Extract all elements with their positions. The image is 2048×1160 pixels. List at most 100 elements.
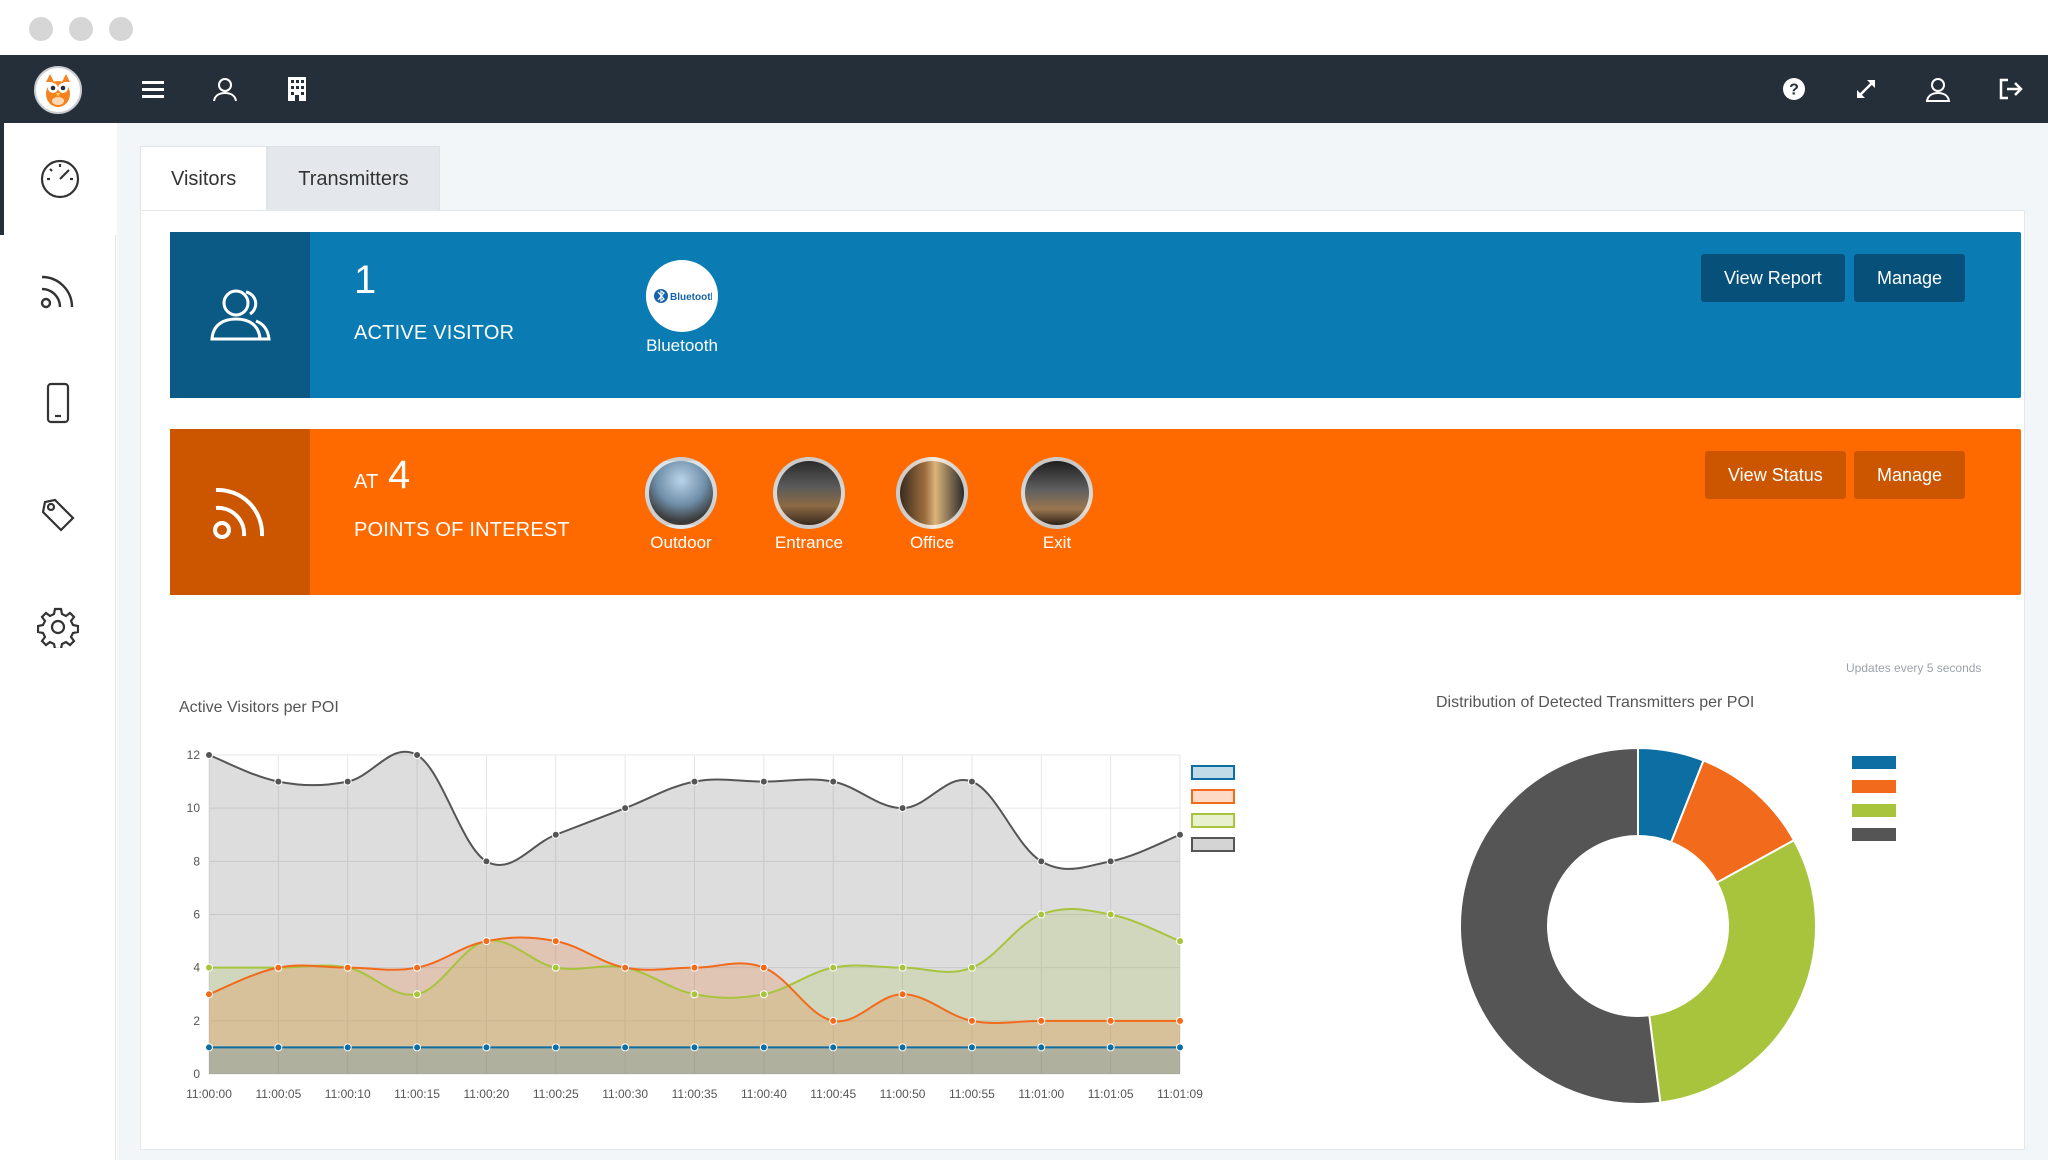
series-3-point[interactable] [413, 751, 422, 759]
series-0-point[interactable] [1176, 1043, 1184, 1052]
donut-legend-swatch-0[interactable] [1852, 756, 1896, 769]
series-2-point[interactable] [551, 963, 560, 972]
poi-office-label: Office [909, 533, 955, 552]
series-0-point[interactable] [551, 1043, 560, 1052]
series-2-point[interactable] [1176, 937, 1184, 946]
window-close-button[interactable] [29, 17, 53, 41]
series-0-point[interactable] [482, 1043, 491, 1052]
poi-outdoor[interactable]: Outdoor [621, 457, 741, 553]
series-2-point[interactable] [1106, 910, 1115, 919]
series-2-point[interactable] [690, 990, 699, 999]
series-3-point[interactable] [551, 830, 560, 839]
series-1-point[interactable] [759, 963, 768, 972]
window-minimize-button[interactable] [69, 17, 93, 41]
legend-swatch-3[interactable] [1191, 837, 1235, 852]
sidebar-item-settings[interactable] [0, 571, 116, 683]
series-0-point[interactable] [829, 1043, 838, 1052]
sidebar-item-tags[interactable] [0, 459, 116, 571]
donut-legend-swatch-2[interactable] [1852, 804, 1896, 817]
series-1-point[interactable] [1106, 1016, 1115, 1025]
series-3-point[interactable] [898, 804, 907, 813]
legend-swatch-2[interactable] [1191, 813, 1235, 828]
series-2-point[interactable] [829, 963, 838, 972]
window-maximize-button[interactable] [109, 17, 133, 41]
series-0-point[interactable] [1106, 1043, 1115, 1052]
donut-slice-3[interactable] [1459, 746, 1662, 1105]
series-2-point[interactable] [967, 963, 976, 972]
view-report-button[interactable]: View Report [1701, 254, 1845, 302]
series-2-point[interactable] [898, 963, 907, 972]
sidebar-item-devices[interactable] [0, 347, 116, 459]
series-1-point[interactable] [205, 990, 213, 999]
series-1-point[interactable] [274, 963, 283, 972]
series-2-point[interactable] [205, 963, 213, 972]
poi-exit[interactable]: Exit [997, 457, 1117, 553]
logout-icon[interactable] [1995, 73, 2027, 105]
series-1-point[interactable] [967, 1016, 976, 1025]
series-3-point[interactable] [690, 777, 699, 786]
series-0-point[interactable] [1037, 1043, 1046, 1052]
tab-transmitters[interactable]: Transmitters [267, 146, 440, 211]
series-3-point[interactable] [621, 804, 630, 813]
series-0-point[interactable] [343, 1043, 352, 1052]
series-1-point[interactable] [621, 963, 630, 972]
series-0-point[interactable] [413, 1043, 422, 1052]
owl-logo[interactable] [34, 66, 82, 114]
series-3-point[interactable] [829, 777, 838, 786]
series-1-point[interactable] [898, 990, 907, 999]
user-icon[interactable] [209, 73, 241, 105]
building-icon[interactable] [281, 73, 313, 105]
series-3-point[interactable] [1106, 857, 1115, 866]
series-3-point[interactable] [482, 857, 491, 866]
tech-bluetooth[interactable]: Bluetooth Bluetooth [622, 260, 742, 356]
series-0-point[interactable] [898, 1043, 907, 1052]
rss-icon [213, 487, 265, 539]
donut-legend-swatch-3[interactable] [1852, 828, 1896, 841]
series-1-point[interactable] [829, 1016, 838, 1025]
series-1-point[interactable] [1176, 1016, 1184, 1025]
series-0-point[interactable] [759, 1043, 768, 1052]
series-1-point[interactable] [482, 937, 491, 946]
series-2-point[interactable] [1037, 910, 1046, 919]
series-1-point[interactable] [551, 937, 560, 946]
series-0-point[interactable] [967, 1043, 976, 1052]
legend-swatch-1[interactable] [1191, 789, 1235, 804]
sidebar-item-transmitters[interactable] [0, 235, 116, 347]
series-3-point[interactable] [1176, 830, 1184, 839]
svg-text:?: ? [1789, 82, 1799, 99]
series-3-point[interactable] [1037, 857, 1046, 866]
manage-poi-button[interactable]: Manage [1854, 451, 1966, 499]
series-1-point[interactable] [343, 963, 352, 972]
series-3-point[interactable] [343, 777, 352, 786]
donut-slice-2[interactable] [1648, 838, 1817, 1104]
expand-icon[interactable] [1850, 73, 1882, 105]
series-2-point[interactable] [759, 990, 768, 999]
series-0-point[interactable] [274, 1043, 283, 1052]
legend-swatch-0[interactable] [1191, 765, 1235, 780]
sidebar-item-dashboard[interactable] [0, 123, 116, 235]
series-3-point[interactable] [759, 777, 768, 786]
poi-office[interactable]: Office [872, 457, 992, 553]
tab-visitors[interactable]: Visitors [140, 146, 268, 211]
series-0-point[interactable] [690, 1043, 699, 1052]
series-0-point[interactable] [621, 1043, 630, 1052]
series-3-point[interactable] [274, 777, 283, 786]
donut-legend-swatch-1[interactable] [1852, 780, 1896, 793]
x-tick-label: 11:01:05 [1088, 1087, 1134, 1101]
series-3-point[interactable] [967, 777, 976, 786]
menu-icon[interactable] [137, 73, 169, 105]
transmitters-donut-chart [1459, 746, 1896, 1105]
poi-outdoor-image [645, 457, 717, 529]
help-icon[interactable]: ? [1778, 73, 1810, 105]
series-1-point[interactable] [413, 963, 422, 972]
series-2-point[interactable] [413, 990, 422, 999]
view-status-button[interactable]: View Status [1705, 451, 1846, 499]
poi-entrance[interactable]: Entrance [749, 457, 869, 553]
profile-icon[interactable] [1922, 73, 1954, 105]
series-1-point[interactable] [690, 963, 699, 972]
series-3-point[interactable] [205, 751, 213, 759]
series-1-point[interactable] [1037, 1016, 1046, 1025]
active-visitors-line-chart: 0 2 4 6 8 10 12 11:00:00 11:00:05 11:00:10 11:00:1… [186, 748, 1235, 1101]
series-0-point[interactable] [205, 1043, 213, 1052]
manage-visitors-button[interactable]: Manage [1854, 254, 1966, 302]
